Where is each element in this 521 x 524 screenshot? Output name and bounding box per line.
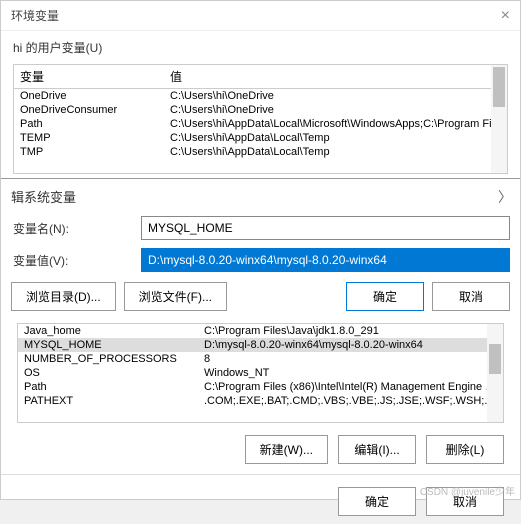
scrollbar[interactable]	[487, 324, 503, 422]
table-row[interactable]: PathC:\Program Files (x86)\Intel\Intel(R…	[18, 380, 503, 394]
table-row[interactable]: MYSQL_HOMED:\mysql-8.0.20-winx64\mysql-8…	[18, 338, 503, 352]
scrollbar[interactable]	[491, 65, 507, 173]
env-vars-dialog: 环境变量 × hi 的用户变量(U) 变量 值 OneDriveC:\Users…	[0, 0, 521, 500]
user-vars-table[interactable]: 变量 值 OneDriveC:\Users\hi\OneDrive OneDri…	[13, 64, 508, 174]
table-row[interactable]: PATHEXT.COM;.EXE;.BAT;.CMD;.VBS;.VBE;.JS…	[18, 394, 503, 408]
edit-button[interactable]: 编辑(I)...	[338, 435, 416, 464]
dialog-buttons: 确定 取消	[1, 474, 520, 524]
edit-title: 辑系统变量	[11, 187, 510, 206]
table-row[interactable]: Java_homeC:\Program Files\Java\jdk1.8.0_…	[18, 324, 503, 338]
var-value-row: 变量值(V):	[11, 248, 510, 272]
scroll-thumb[interactable]	[493, 67, 505, 107]
table-header: 变量 值	[14, 65, 507, 89]
user-vars-label: hi 的用户变量(U)	[1, 31, 520, 60]
chevron-right-icon[interactable]: 〉	[498, 187, 512, 207]
watermark: CSDN @juvenile少年	[420, 483, 515, 498]
var-value-label: 变量值(V):	[11, 252, 141, 269]
system-vars-table[interactable]: Java_homeC:\Program Files\Java\jdk1.8.0_…	[17, 323, 504, 423]
browse-file-button[interactable]: 浏览文件(F)...	[124, 282, 227, 311]
edit-sys-var-section: 辑系统变量 〉 变量名(N): 变量值(V): 浏览目录(D)... 浏览文件(…	[1, 178, 520, 323]
edit-buttons: 浏览目录(D)... 浏览文件(F)... 确定 取消	[11, 282, 510, 311]
table-row[interactable]: TEMPC:\Users\hi\AppData\Local\Temp	[14, 131, 507, 145]
titlebar: 环境变量 ×	[1, 1, 520, 31]
sys-vars-buttons: 新建(W)... 编辑(I)... 删除(L)	[1, 429, 520, 470]
col-header-name[interactable]: 变量	[14, 68, 164, 85]
table-row[interactable]: OneDriveConsumerC:\Users\hi\OneDrive	[14, 103, 507, 117]
var-name-input[interactable]	[141, 216, 510, 240]
table-row[interactable]: PathC:\Users\hi\AppData\Local\Microsoft\…	[14, 117, 507, 131]
var-value-input[interactable]	[141, 248, 510, 272]
edit-ok-button[interactable]: 确定	[346, 282, 424, 311]
table-row[interactable]: TMPC:\Users\hi\AppData\Local\Temp	[14, 145, 507, 159]
close-icon[interactable]: ×	[501, 7, 510, 25]
col-header-value[interactable]: 值	[164, 68, 507, 85]
dialog-title: 环境变量	[11, 7, 59, 24]
edit-cancel-button[interactable]: 取消	[432, 282, 510, 311]
table-row[interactable]: OSWindows_NT	[18, 366, 503, 380]
ok-button[interactable]: 确定	[338, 487, 416, 516]
var-name-label: 变量名(N):	[11, 220, 141, 237]
browse-dir-button[interactable]: 浏览目录(D)...	[11, 282, 116, 311]
scroll-thumb[interactable]	[489, 344, 501, 374]
delete-button[interactable]: 删除(L)	[426, 435, 504, 464]
table-row[interactable]: NUMBER_OF_PROCESSORS8	[18, 352, 503, 366]
var-name-row: 变量名(N):	[11, 216, 510, 240]
new-button[interactable]: 新建(W)...	[245, 435, 328, 464]
table-row[interactable]: OneDriveC:\Users\hi\OneDrive	[14, 89, 507, 103]
